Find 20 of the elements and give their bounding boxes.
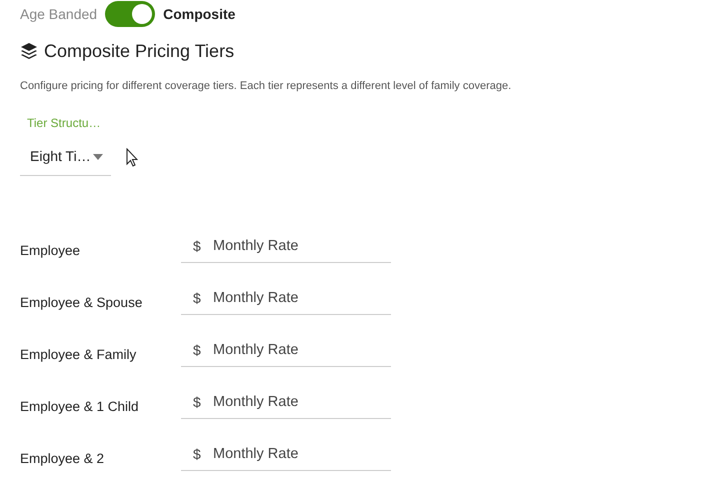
tier-label: Employee & 2 xyxy=(20,450,106,466)
tier-label: Employee & Family xyxy=(20,346,138,362)
currency-symbol: $ xyxy=(193,446,201,462)
layers-icon xyxy=(20,42,38,60)
currency-symbol: $ xyxy=(193,342,201,358)
cursor-icon xyxy=(126,148,138,167)
caret-icon xyxy=(92,154,103,160)
section-title: Composite Pricing Tiers xyxy=(44,40,234,62)
select-label: Tier Structu… xyxy=(27,116,101,130)
currency-symbol: $ xyxy=(193,238,201,254)
section-description: Configure pricing for different coverage tiers. Each tier represents a different level of family coverage. xyxy=(20,80,512,92)
tier-label: Employee & Spouse xyxy=(20,294,144,310)
toggle-switch[interactable] xyxy=(105,1,156,27)
toggle-label: Composite xyxy=(163,6,236,22)
tier-structure-select[interactable]: Eight Ti… xyxy=(20,136,111,176)
currency-symbol: $ xyxy=(193,394,201,410)
tier-label: Employee & 1 Child xyxy=(20,398,140,414)
toggle-label: Age Banded xyxy=(20,6,98,22)
tier-label: Employee xyxy=(20,242,82,258)
currency-symbol: $ xyxy=(193,290,201,306)
